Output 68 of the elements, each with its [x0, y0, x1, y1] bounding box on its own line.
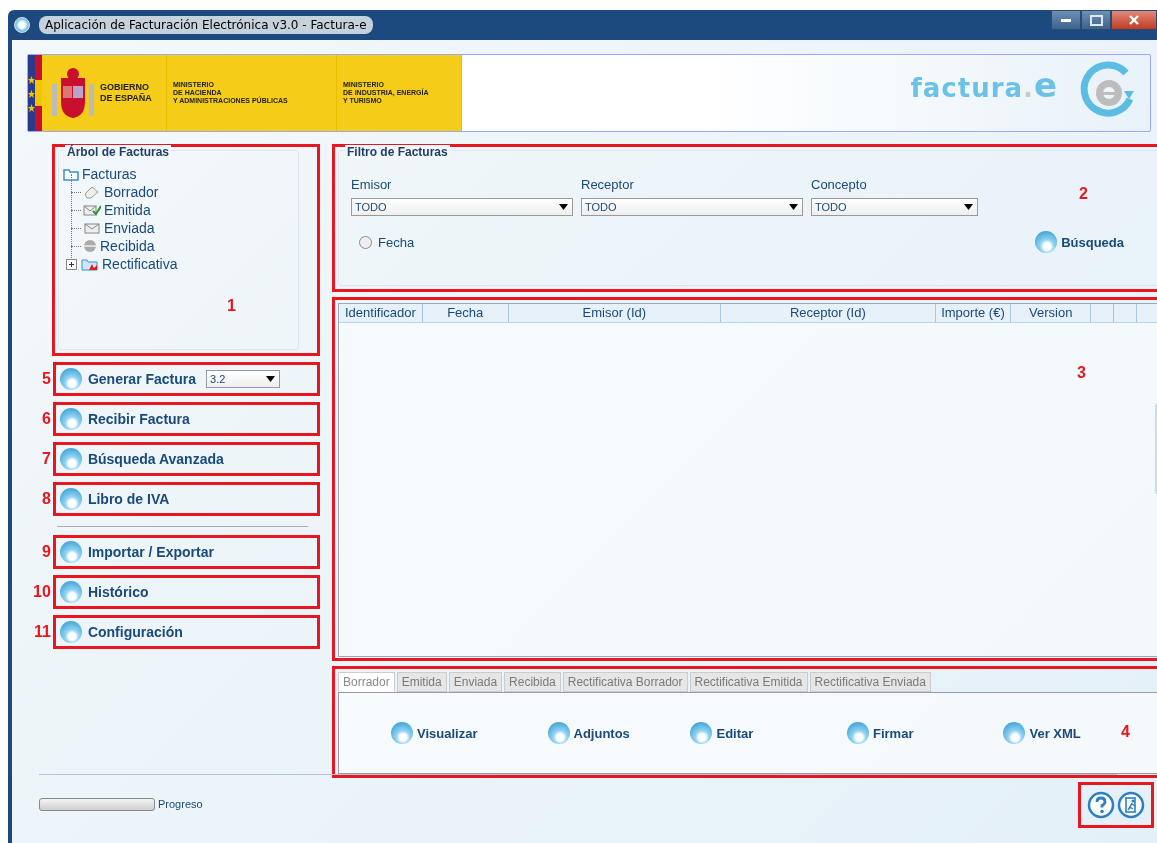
close-button[interactable] — [1111, 10, 1157, 30]
panel-title: Filtro de Facturas — [345, 145, 450, 159]
tree-item[interactable]: Recibida — [100, 238, 155, 254]
tree-item[interactable]: Emitida — [104, 202, 151, 218]
tree-item[interactable]: Borrador — [104, 184, 159, 200]
action-button[interactable]: Firmar — [847, 722, 1004, 744]
caret-icon — [559, 204, 568, 210]
action-button[interactable]: Adjuntos — [547, 722, 691, 744]
menu-button[interactable]: Importar / Exportar — [59, 541, 214, 563]
callout-number: 4 — [1121, 723, 1130, 741]
date-radio[interactable]: Fecha — [351, 234, 415, 250]
column-header[interactable]: Emisor (Id) — [508, 304, 722, 322]
callout-number: 1 — [227, 297, 236, 315]
maximize-button[interactable] — [1081, 10, 1111, 30]
caret-icon — [789, 204, 798, 210]
caret-icon — [266, 376, 276, 382]
action-button[interactable]: Visualizar — [391, 722, 548, 744]
field-label: Receptor — [581, 177, 635, 192]
callout-number: 5 — [41, 370, 52, 388]
expand-toggle[interactable] — [66, 258, 77, 270]
callout-number: 6 — [41, 410, 52, 428]
callout-number: 8 — [41, 490, 52, 508]
seal-icon — [83, 239, 97, 253]
exit-button[interactable] — [1117, 791, 1145, 819]
window-title: Aplicación de Facturación Electrónica v3.0 - Factura-e — [39, 16, 373, 34]
version-dropdown[interactable]: 3.2 — [206, 370, 281, 388]
menu-button[interactable]: Configuración — [59, 621, 183, 643]
close-icon — [1128, 14, 1140, 26]
app-icon — [14, 17, 30, 33]
callout-number: 3 — [1077, 364, 1086, 382]
menu-button[interactable]: Histórico — [59, 581, 149, 603]
callout-number: 11 — [33, 623, 52, 641]
field-label: Concepto — [811, 177, 868, 192]
callout-number: 9 — [41, 543, 52, 561]
search-button[interactable]: Búsqueda — [1029, 230, 1130, 254]
filter-dropdown[interactable]: TODO — [581, 198, 803, 216]
folder-icon — [81, 257, 99, 271]
menu-button[interactable]: Recibir Factura — [59, 408, 190, 430]
menu-button[interactable]: Libro de IVA — [59, 488, 170, 510]
filter-dropdown[interactable]: TODO — [351, 198, 573, 216]
government-name: GOBIERNO DE ESPAÑA — [100, 82, 152, 104]
logo-text: factura.e — [910, 65, 1058, 105]
column-header[interactable]: Importe (€) — [935, 304, 1012, 322]
folder-icon — [63, 167, 79, 181]
field-label: Emisor — [351, 177, 393, 192]
tree-item[interactable]: Rectificativa — [102, 256, 178, 272]
menu-button[interactable]: Búsqueda Avanzada — [59, 448, 224, 470]
filter-dropdown[interactable]: TODO — [811, 198, 978, 216]
callout-number: 7 — [41, 450, 52, 468]
column-header[interactable]: Fecha — [422, 304, 509, 322]
tree-item[interactable]: Facturas — [82, 166, 137, 182]
column-header[interactable]: Version — [1011, 304, 1092, 322]
caret-icon — [964, 204, 973, 210]
column-header[interactable]: Receptor (Id) — [721, 304, 936, 322]
panel-title: Árbol de Facturas — [65, 145, 172, 159]
progress-label: Progreso — [158, 798, 203, 810]
callout-number: 2 — [1079, 185, 1088, 203]
help-button[interactable] — [1087, 791, 1115, 819]
tab[interactable]: Borrador — [338, 672, 395, 692]
callout-number: 10 — [32, 583, 52, 601]
tree-item[interactable]: Enviada — [104, 220, 155, 236]
envelope-check-icon — [83, 203, 101, 217]
column-header[interactable]: Identificador — [339, 304, 423, 322]
minimize-button[interactable] — [1051, 10, 1081, 30]
eraser-icon — [83, 185, 101, 199]
menu-button[interactable]: Generar Factura — [59, 368, 197, 390]
envelope-icon — [83, 221, 101, 235]
action-button[interactable]: Editar — [690, 722, 847, 744]
